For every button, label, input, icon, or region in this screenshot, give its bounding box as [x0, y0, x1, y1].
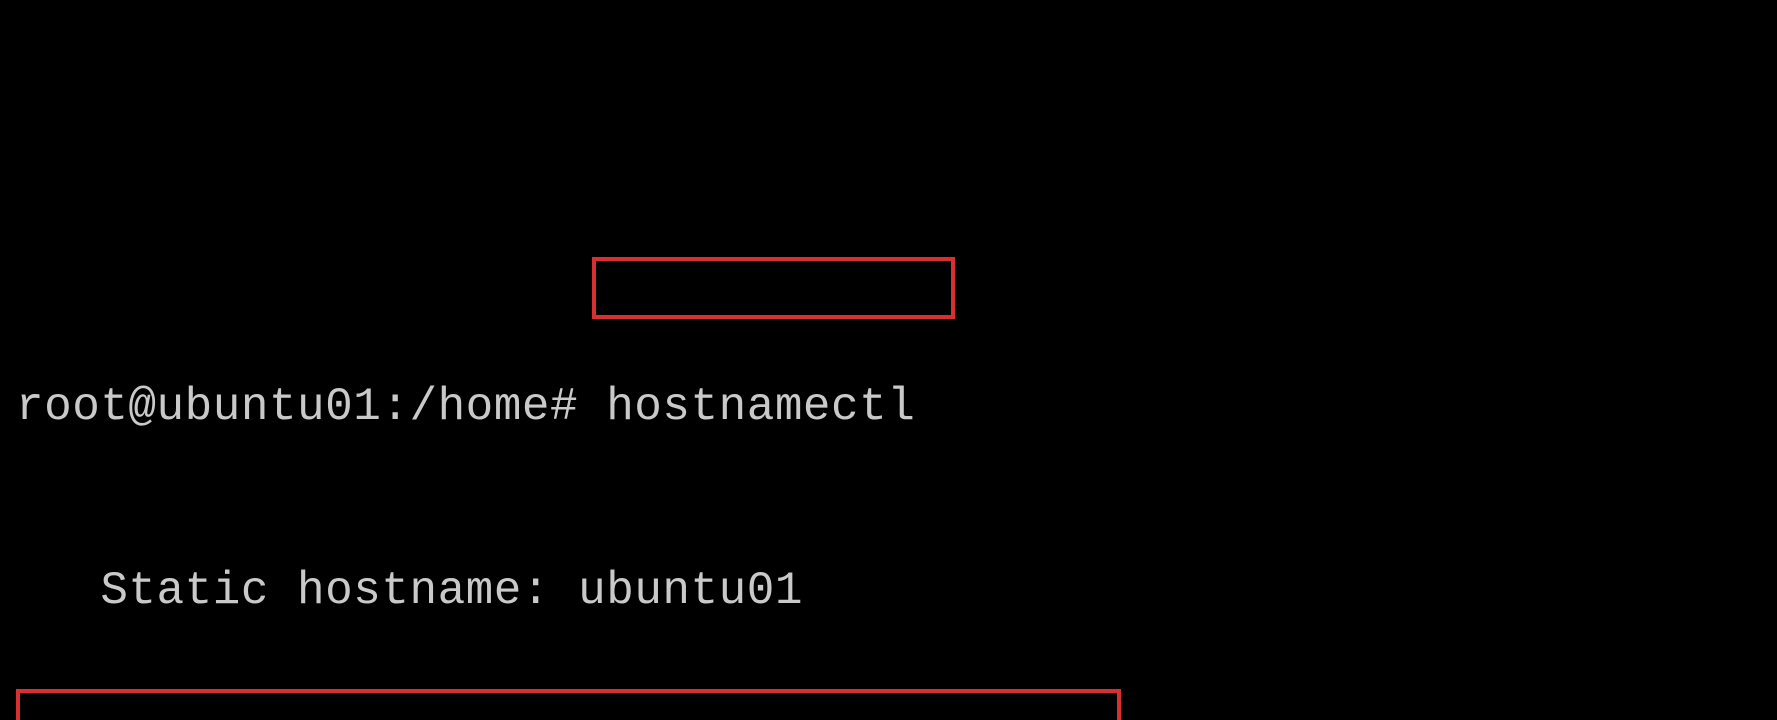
terminal[interactable]: root@ubuntu01:/home# hostnamectl Static … — [16, 255, 1761, 720]
field-value: ubuntu01 — [578, 565, 803, 617]
highlight-box-command — [592, 257, 955, 319]
command-input: hostnamectl — [606, 381, 915, 433]
shell-prompt: root@ubuntu01:/home# — [16, 381, 606, 433]
prompt-line-1: root@ubuntu01:/home# hostnamectl — [16, 377, 1761, 438]
output-row-static-hostname: Static hostname: ubuntu01 — [16, 561, 1761, 622]
field-label: Static hostname: — [16, 565, 550, 617]
highlight-box-os-line — [16, 689, 1121, 720]
